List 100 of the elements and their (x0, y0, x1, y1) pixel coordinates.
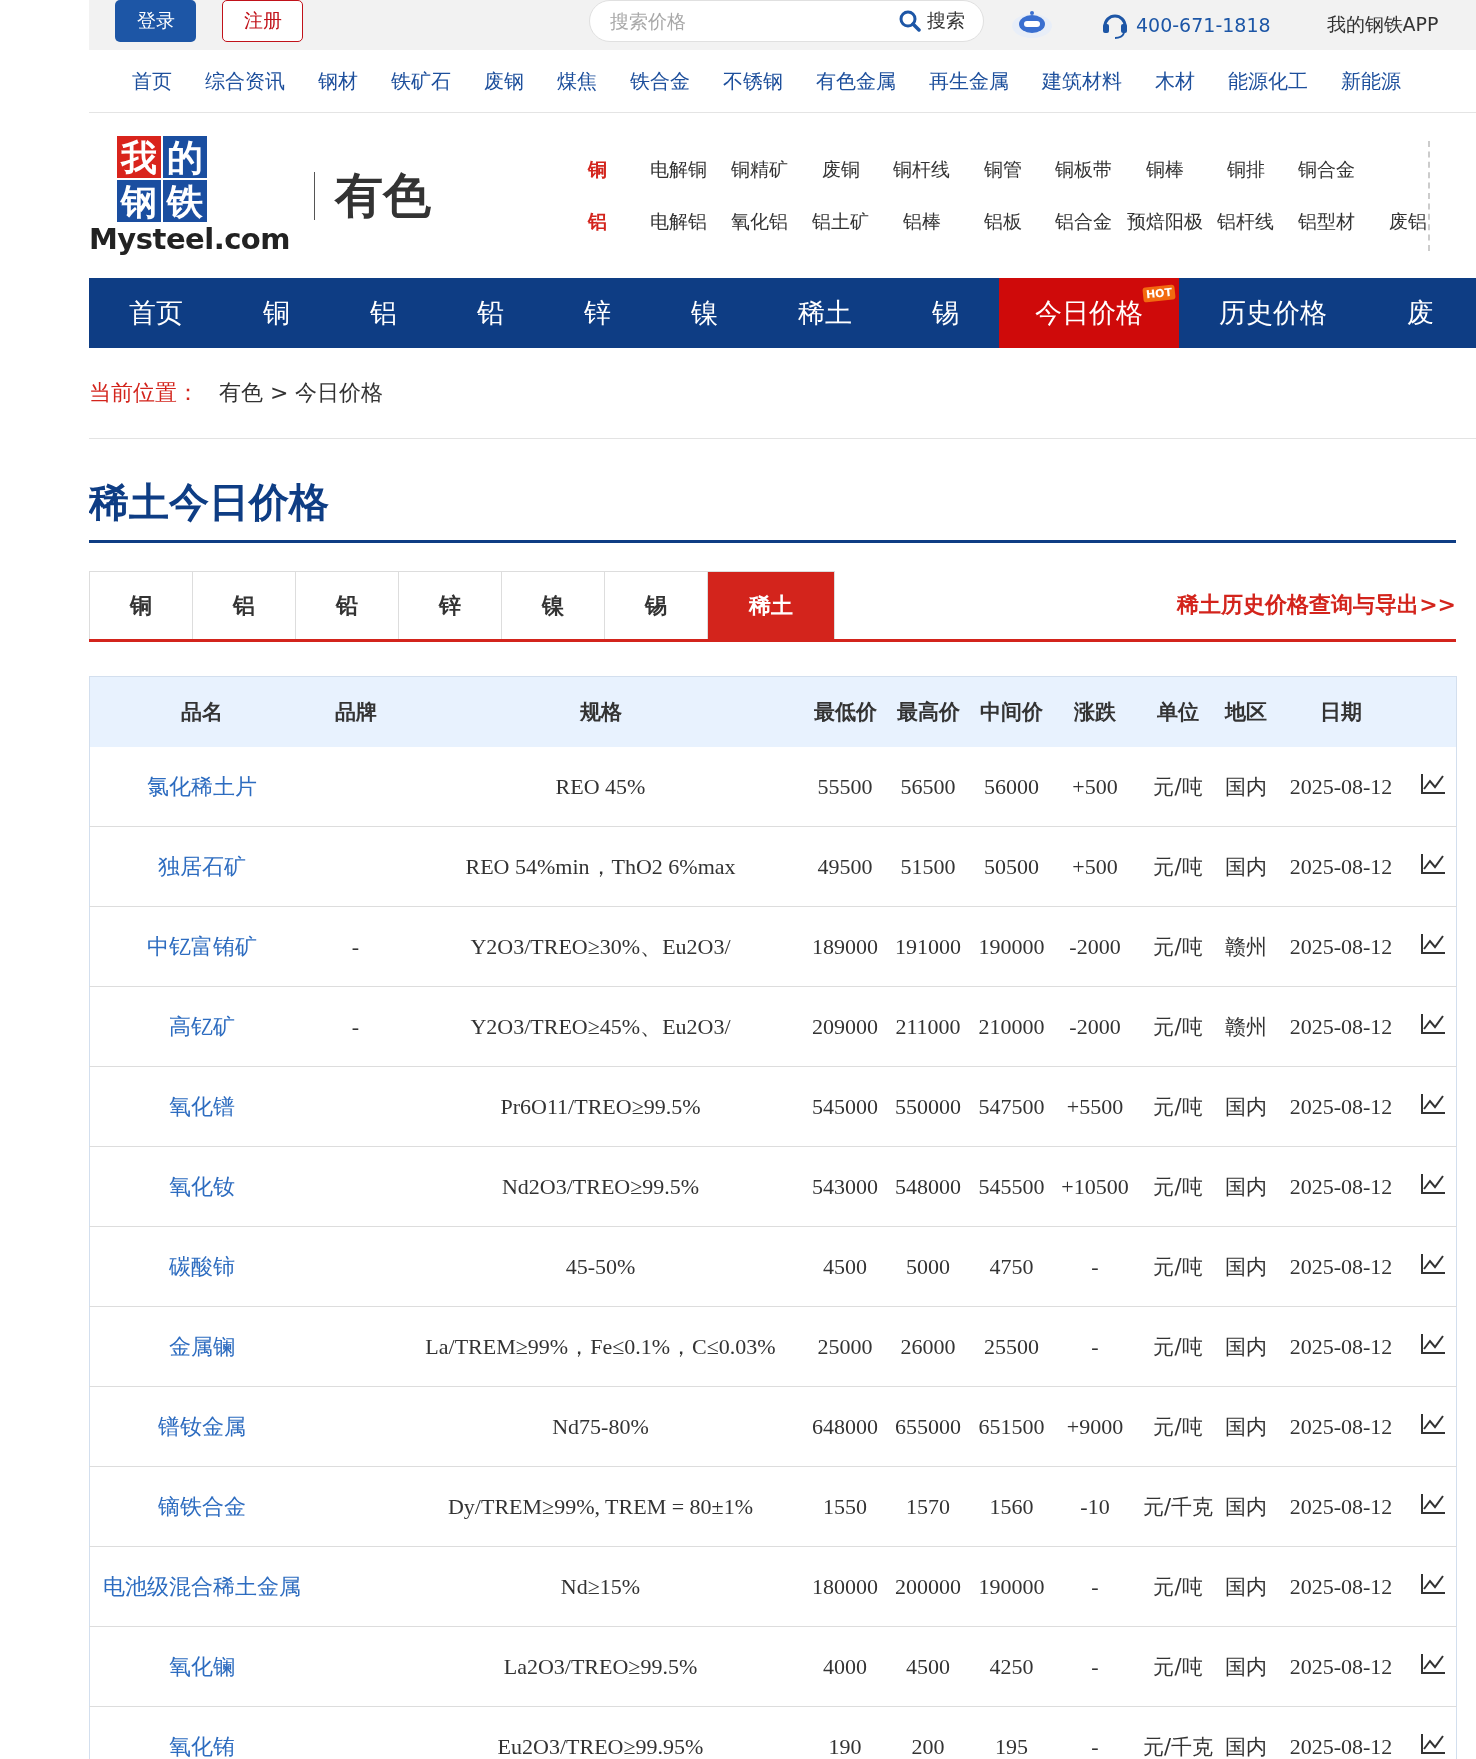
search-field[interactable]: 搜索价格 搜索 (589, 0, 984, 42)
nav-link[interactable]: 新能源 (1341, 67, 1401, 95)
section-tab[interactable]: 首页 (89, 278, 223, 348)
section-tab[interactable]: 镍 (651, 278, 758, 348)
robot-icon[interactable] (1010, 10, 1054, 40)
product-link[interactable]: 铜精矿 (719, 156, 800, 183)
product-link[interactable]: 铝板 (962, 208, 1043, 235)
section-tab[interactable]: 铜 (223, 278, 330, 348)
product-name-link[interactable]: 中钇富铕矿 (146, 933, 257, 959)
product-link[interactable]: 废铜 (800, 156, 881, 183)
product-name-link[interactable]: 金属镧 (168, 1333, 235, 1359)
chart-icon[interactable] (1420, 1252, 1447, 1275)
table-cell: 210000 (978, 1013, 1045, 1039)
nav-link[interactable]: 不锈钢 (723, 67, 783, 95)
product-link[interactable]: 预焙阳极 (1124, 208, 1205, 235)
table-cell: 国内 (1224, 774, 1267, 799)
section-tab[interactable]: 铝 (330, 278, 437, 348)
table-cell: 2025-08-12 (1289, 1493, 1393, 1519)
product-link[interactable]: 氧化铝 (719, 208, 800, 235)
chart-icon[interactable] (1420, 1332, 1447, 1355)
product-name-link[interactable]: 电池级混合稀土金属 (102, 1573, 301, 1599)
table-cell: 元/千克 (1142, 1494, 1214, 1519)
login-button[interactable]: 登录 (115, 0, 196, 42)
nav-link[interactable]: 废钢 (484, 67, 524, 95)
section-tab[interactable]: 锌 (544, 278, 651, 348)
table-cell: Dy/TREM≥99%, TREM = 80±1% (447, 1493, 753, 1519)
register-button[interactable]: 注册 (222, 0, 303, 42)
chart-icon[interactable] (1420, 852, 1447, 875)
product-link[interactable]: 电解铜 (638, 156, 719, 183)
logo-character: 我 (117, 135, 161, 178)
section-tab[interactable]: 废 (1367, 278, 1474, 348)
nav-link[interactable]: 能源化工 (1228, 67, 1308, 95)
chart-icon[interactable] (1420, 1492, 1447, 1515)
channel-title: 有色 (335, 165, 432, 225)
product-name-link[interactable]: 独居石矿 (157, 853, 246, 879)
product-name-link[interactable]: 氧化镧 (168, 1653, 235, 1679)
product-link[interactable]: 废铝 (1367, 208, 1448, 235)
chart-icon[interactable] (1420, 1172, 1447, 1195)
history-link[interactable]: 稀土历史价格查询与导出>> (1177, 590, 1456, 620)
chart-icon[interactable] (1420, 1092, 1447, 1115)
category-link[interactable]: 铜 (557, 156, 638, 183)
nav-link[interactable]: 综合资讯 (205, 67, 285, 95)
chart-icon[interactable] (1420, 1012, 1447, 1035)
product-link[interactable]: 铝合金 (1043, 208, 1124, 235)
section-tab[interactable]: 锡 (892, 278, 999, 348)
product-link[interactable]: 铜合金 (1286, 156, 1367, 183)
nav-link[interactable]: 有色金属 (816, 67, 896, 95)
table-cell: 2025-08-12 (1289, 1733, 1393, 1759)
product-link[interactable]: 铜杆线 (881, 156, 962, 183)
product-link[interactable]: 电解铝 (638, 208, 719, 235)
nav-link[interactable]: 再生金属 (929, 67, 1009, 95)
product-name-link[interactable]: 氯化稀土片 (146, 773, 257, 799)
product-name-link[interactable]: 镝铁合金 (157, 1493, 246, 1519)
nav-link[interactable]: 铁合金 (630, 67, 690, 95)
product-name-link[interactable]: 氧化镨 (168, 1093, 235, 1119)
nav-link[interactable]: 钢材 (318, 67, 358, 95)
product-link[interactable]: 铝杆线 (1205, 208, 1286, 235)
table-cell: 元/吨 (1153, 1334, 1203, 1359)
product-link[interactable]: 铜管 (962, 156, 1043, 183)
logo-wordmark: Mysteel.com (89, 221, 289, 256)
product-link[interactable]: 铜棒 (1124, 156, 1205, 183)
product-link[interactable]: 铝型材 (1286, 208, 1367, 235)
product-name-link[interactable]: 碳酸铈 (168, 1253, 235, 1279)
search-icon (899, 10, 921, 32)
chart-icon[interactable] (1420, 1412, 1447, 1435)
category-link[interactable]: 铝 (557, 208, 638, 235)
metal-tab[interactable]: 稀土 (707, 571, 835, 639)
section-tab[interactable]: 铅 (437, 278, 544, 348)
table-cell: 元/吨 (1153, 1654, 1203, 1679)
column-header: 最低价 (803, 676, 887, 747)
nav-link[interactable]: 建筑材料 (1042, 67, 1122, 95)
product-name-link[interactable]: 氧化铕 (168, 1733, 235, 1759)
table-cell: 190000 (978, 933, 1045, 959)
metal-tab[interactable]: 铜 (89, 571, 193, 639)
nav-link[interactable]: 首页 (132, 67, 172, 95)
chart-icon[interactable] (1420, 932, 1447, 955)
search-button[interactable]: 搜索 (899, 8, 965, 34)
chart-icon[interactable] (1420, 1652, 1447, 1675)
product-link[interactable]: 铜板带 (1043, 156, 1124, 183)
nav-link[interactable]: 煤焦 (557, 67, 597, 95)
nav-link[interactable]: 木材 (1155, 67, 1195, 95)
chart-icon[interactable] (1420, 1732, 1447, 1755)
product-name-link[interactable]: 镨钕金属 (157, 1413, 246, 1439)
table-cell: Nd75-80% (552, 1413, 649, 1439)
table-cell: 国内 (1224, 1414, 1267, 1439)
section-tab[interactable]: 稀土 (758, 278, 892, 348)
product-link[interactable]: 铝棒 (881, 208, 962, 235)
section-tab[interactable]: 今日价格 HOT (999, 278, 1179, 348)
chart-icon[interactable] (1420, 772, 1447, 795)
table-cell: REO 54%min，ThO2 6%max (465, 853, 736, 879)
product-link[interactable]: 铜排 (1205, 156, 1286, 183)
table-cell: 元/吨 (1153, 1014, 1203, 1039)
section-tab[interactable]: 历史价格 (1179, 278, 1367, 348)
table-cell: 元/吨 (1153, 1414, 1203, 1439)
product-name-link[interactable]: 高钇矿 (168, 1013, 235, 1039)
chart-icon[interactable] (1420, 1572, 1447, 1595)
product-name-link[interactable]: 氧化钕 (168, 1173, 235, 1199)
nav-link[interactable]: 铁矿石 (391, 67, 451, 95)
app-link[interactable]: 我的钢铁APP (1326, 12, 1439, 38)
product-link[interactable]: 铝土矿 (800, 208, 881, 235)
